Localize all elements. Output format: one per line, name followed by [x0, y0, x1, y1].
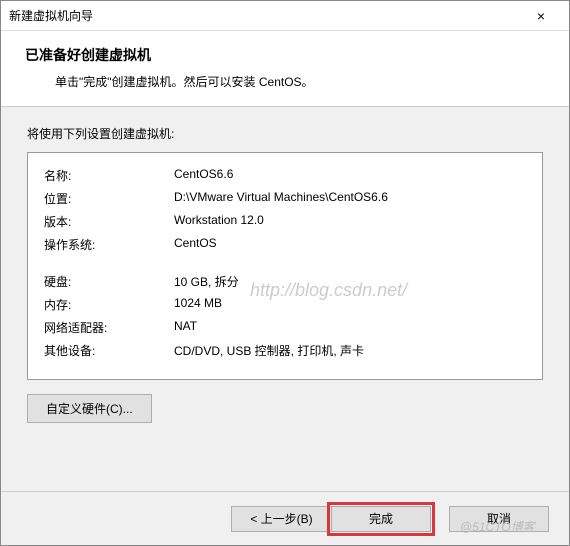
- row-version: 版本: Workstation 12.0: [44, 213, 526, 230]
- row-location: 位置: D:\VMware Virtual Machines\CentOS6.6: [44, 190, 526, 207]
- label-name: 名称:: [44, 167, 174, 184]
- settings-prompt: 将使用下列设置创建虚拟机:: [27, 125, 543, 142]
- value-other: CD/DVD, USB 控制器, 打印机, 声卡: [174, 342, 526, 359]
- settings-summary: 名称: CentOS6.6 位置: D:\VMware Virtual Mach…: [27, 152, 543, 380]
- row-name: 名称: CentOS6.6: [44, 167, 526, 184]
- finish-button[interactable]: 完成: [331, 506, 431, 532]
- label-disk: 硬盘:: [44, 273, 174, 290]
- label-network: 网络适配器:: [44, 319, 174, 336]
- row-network: 网络适配器: NAT: [44, 319, 526, 336]
- wizard-footer: < 上一步(B) 完成 取消: [1, 491, 569, 545]
- label-memory: 内存:: [44, 296, 174, 313]
- wizard-window: 新建虚拟机向导 × 已准备好创建虚拟机 单击"完成"创建虚拟机。然后可以安装 C…: [0, 0, 570, 546]
- row-memory: 内存: 1024 MB: [44, 296, 526, 313]
- label-location: 位置:: [44, 190, 174, 207]
- value-network: NAT: [174, 319, 526, 336]
- cancel-button[interactable]: 取消: [449, 506, 549, 532]
- row-other: 其他设备: CD/DVD, USB 控制器, 打印机, 声卡: [44, 342, 526, 359]
- label-os: 操作系统:: [44, 236, 174, 253]
- label-other: 其他设备:: [44, 342, 174, 359]
- value-os: CentOS: [174, 236, 526, 253]
- value-name: CentOS6.6: [174, 167, 526, 184]
- wizard-header: 已准备好创建虚拟机 单击"完成"创建虚拟机。然后可以安装 CentOS。: [1, 31, 569, 106]
- value-version: Workstation 12.0: [174, 213, 526, 230]
- row-disk: 硬盘: 10 GB, 拆分: [44, 273, 526, 290]
- wizard-content: 将使用下列设置创建虚拟机: 名称: CentOS6.6 位置: D:\VMwar…: [1, 106, 569, 491]
- window-title: 新建虚拟机向导: [9, 7, 521, 24]
- titlebar: 新建虚拟机向导 ×: [1, 1, 569, 31]
- page-title: 已准备好创建虚拟机: [25, 45, 545, 65]
- value-location: D:\VMware Virtual Machines\CentOS6.6: [174, 190, 526, 207]
- close-icon[interactable]: ×: [521, 8, 561, 24]
- value-memory: 1024 MB: [174, 296, 526, 313]
- label-version: 版本:: [44, 213, 174, 230]
- back-button[interactable]: < 上一步(B): [231, 506, 331, 532]
- value-disk: 10 GB, 拆分: [174, 273, 526, 290]
- page-subtitle: 单击"完成"创建虚拟机。然后可以安装 CentOS。: [55, 73, 545, 90]
- customize-hardware-button[interactable]: 自定义硬件(C)...: [27, 394, 152, 423]
- row-os: 操作系统: CentOS: [44, 236, 526, 253]
